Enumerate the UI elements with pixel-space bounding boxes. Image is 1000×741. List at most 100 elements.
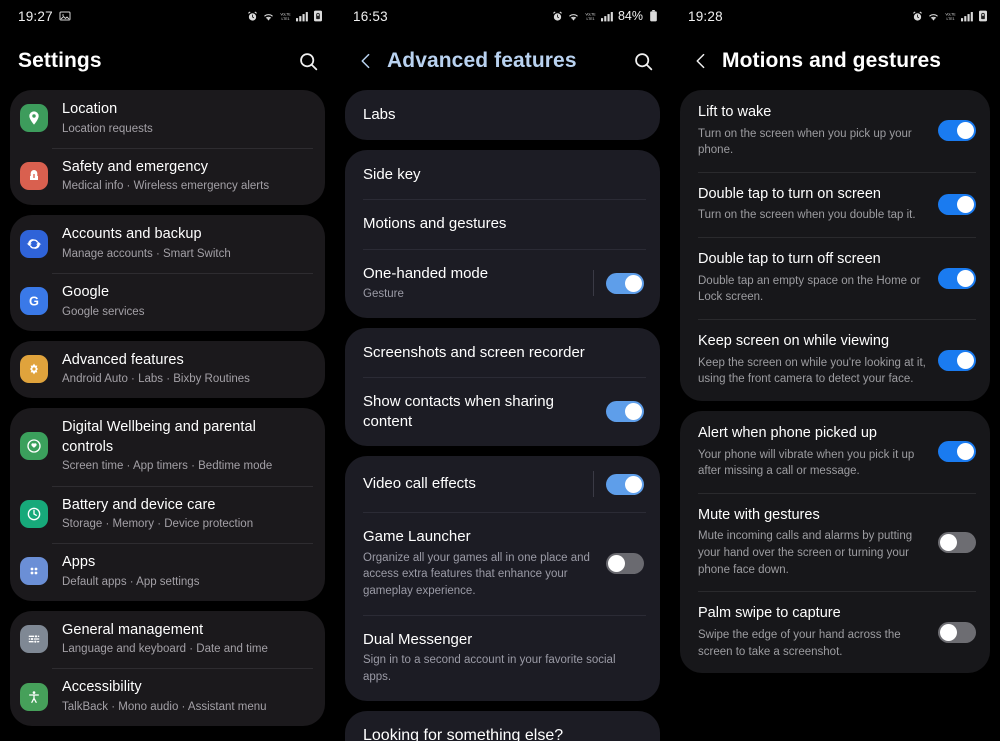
settings-group: Side key Motions and gestures One-handed… — [345, 149, 660, 318]
item-title: Video call effects — [363, 475, 476, 493]
sidebar-item-safety-and-emergency[interactable]: Safety and emergency Medical info · Wire… — [10, 147, 325, 206]
list-item-video-call-effects[interactable]: Video call effects — [345, 456, 660, 512]
sidebar-item-battery-and-device-care[interactable]: Battery and device care Storage · Memory… — [10, 485, 325, 544]
image-icon — [59, 10, 71, 22]
sim-lock-icon — [978, 10, 988, 22]
video-call-effects-toggle[interactable] — [606, 473, 644, 495]
keep-screen-on-toggle[interactable] — [938, 349, 976, 371]
status-bar: 19:28 VoLTE LTE1 — [670, 0, 1000, 32]
looking-for-something-else-card: Looking for something else? Floating not… — [345, 710, 660, 741]
mute-with-gestures-toggle[interactable] — [938, 531, 976, 553]
svg-text:VoLTE: VoLTE — [585, 12, 596, 16]
item-subtitle: Your phone will vibrate when you pick it… — [698, 448, 915, 478]
item-title: Digital Wellbeing and parental controls — [62, 419, 256, 455]
sidebar-item-location[interactable]: Location Location requests — [10, 90, 325, 148]
list-item-one-handed-mode[interactable]: One-handed mode Gesture — [345, 248, 660, 318]
item-title: Game Launcher — [363, 528, 471, 546]
list-item-dual-messenger[interactable]: Dual Messenger Sign in to a second accou… — [345, 614, 660, 701]
looking-for-something-else-heading: Looking for something else? — [345, 711, 660, 741]
status-time: 16:53 — [353, 8, 388, 24]
settings-group: Alert when phone picked up Your phone wi… — [680, 410, 990, 674]
item-title: Show contacts when sharing content — [363, 393, 554, 430]
item-title: Keep screen on while viewing — [698, 333, 890, 350]
item-title: Palm swipe to capture — [698, 605, 841, 622]
svg-text:G: G — [29, 294, 39, 309]
item-title: Safety and emergency — [62, 158, 209, 175]
list-item-labs[interactable]: Labs — [345, 90, 660, 140]
item-title: Double tap to turn off screen — [698, 251, 881, 268]
item-title: Apps — [62, 554, 96, 571]
list-item-side-key[interactable]: Side key — [345, 150, 660, 200]
toggle-knob — [957, 351, 974, 369]
sidebar-item-apps[interactable]: Apps Default apps · App settings — [10, 543, 325, 601]
battery-icon — [649, 10, 658, 22]
item-subtitle: Language and keyboard · Date and time — [62, 643, 268, 656]
status-bar: 19:27 VoLTE LTE1 — [0, 0, 335, 32]
svg-text:LTE1: LTE1 — [281, 17, 289, 21]
list-item-motions-and-gestures[interactable]: Motions and gestures — [345, 199, 660, 249]
item-subtitle: Manage accounts · Smart Switch — [62, 247, 231, 260]
item-subtitle: Default apps · App settings — [62, 575, 200, 588]
safety-emergency-icon — [20, 161, 48, 190]
toggle-divider — [593, 471, 594, 498]
item-title: Double tap to turn on screen — [698, 185, 881, 202]
double-tap-off-toggle[interactable] — [938, 267, 976, 289]
toggle-knob — [940, 533, 957, 551]
item-title: Motions and gestures — [363, 215, 507, 232]
alert-phone-picked-up-toggle[interactable] — [938, 441, 976, 463]
search-icon[interactable] — [295, 48, 321, 74]
back-icon[interactable] — [353, 48, 379, 74]
settings-group: Digital Wellbeing and parental controls … — [10, 408, 325, 601]
sidebar-item-advanced-features[interactable]: Advanced features Android Auto · Labs · … — [10, 341, 325, 399]
item-title: Alert when phone picked up — [698, 424, 877, 441]
item-subtitle: Location requests — [62, 122, 153, 135]
list-item-game-launcher[interactable]: Game Launcher Organize all your games al… — [345, 512, 660, 615]
page-title: Settings — [18, 49, 102, 72]
general-management-icon — [20, 625, 48, 654]
list-item-alert-when-phone-picked-up[interactable]: Alert when phone picked up Your phone wi… — [680, 411, 990, 493]
status-icons: VoLTE LTE1 — [912, 10, 988, 22]
list-item-double-tap-to-turn-off-screen[interactable]: Double tap to turn off screen Double tap… — [680, 237, 990, 319]
settings-list[interactable]: Location Location requests Safety and em… — [0, 90, 335, 727]
item-title: Accounts and backup — [62, 226, 202, 243]
sidebar-item-accounts-and-backup[interactable]: Accounts and backup Manage accounts · Sm… — [10, 215, 325, 273]
svg-text:LTE1: LTE1 — [946, 17, 954, 21]
item-subtitle: Turn on the screen when you pick up your… — [698, 127, 912, 157]
item-title: Location — [62, 101, 118, 117]
sidebar-item-accessibility[interactable]: Accessibility TalkBack · Mono audio · As… — [10, 668, 325, 726]
accounts-backup-icon — [20, 229, 48, 258]
list-item-palm-swipe-to-capture[interactable]: Palm swipe to capture Swipe the edge of … — [680, 591, 990, 673]
wifi-icon — [927, 11, 940, 22]
toggle-knob — [957, 269, 974, 287]
list-item-double-tap-to-turn-on-screen[interactable]: Double tap to turn on screen Turn on the… — [680, 171, 990, 237]
back-icon[interactable] — [688, 48, 714, 74]
palm-swipe-toggle[interactable] — [938, 621, 976, 643]
sidebar-item-google[interactable]: G Google Google services — [10, 272, 325, 331]
list-item-lift-to-wake[interactable]: Lift to wake Turn on the screen when you… — [680, 90, 990, 172]
item-subtitle: Google services — [62, 305, 145, 318]
search-icon[interactable] — [630, 48, 656, 74]
motions-and-gestures-list[interactable]: Lift to wake Turn on the screen when you… — [670, 90, 1000, 674]
list-item-screenshots-and-screen-recorder[interactable]: Screenshots and screen recorder — [345, 328, 660, 378]
settings-header: Settings — [0, 32, 335, 90]
wifi-icon — [262, 11, 275, 22]
toggle-knob — [957, 122, 974, 140]
list-item-keep-screen-on-while-viewing[interactable]: Keep screen on while viewing Keep the sc… — [680, 319, 990, 401]
one-handed-mode-toggle[interactable] — [606, 272, 644, 294]
lift-to-wake-toggle[interactable] — [938, 120, 976, 142]
advanced-features-list[interactable]: Labs Side key Motions and gestures One-h… — [335, 90, 670, 741]
game-launcher-toggle[interactable] — [606, 552, 644, 574]
battery-device-care-icon — [20, 499, 48, 528]
sidebar-item-digital-wellbeing[interactable]: Digital Wellbeing and parental controls … — [10, 408, 325, 485]
show-contacts-toggle[interactable] — [606, 401, 644, 423]
page-title: Motions and gestures — [722, 49, 942, 72]
signal-icon — [961, 11, 974, 22]
list-item-show-contacts-when-sharing-content[interactable]: Show contacts when sharing content — [345, 377, 660, 446]
list-item-mute-with-gestures[interactable]: Mute with gestures Mute incoming calls a… — [680, 492, 990, 592]
item-title: One-handed mode — [363, 264, 489, 282]
status-icons: VoLTE LTE1 84% — [552, 9, 658, 23]
item-title: Accessibility — [62, 679, 142, 696]
double-tap-on-toggle[interactable] — [938, 194, 976, 216]
item-title: Battery and device care — [62, 496, 216, 513]
sidebar-item-general-management[interactable]: General management Language and keyboard… — [10, 611, 325, 669]
